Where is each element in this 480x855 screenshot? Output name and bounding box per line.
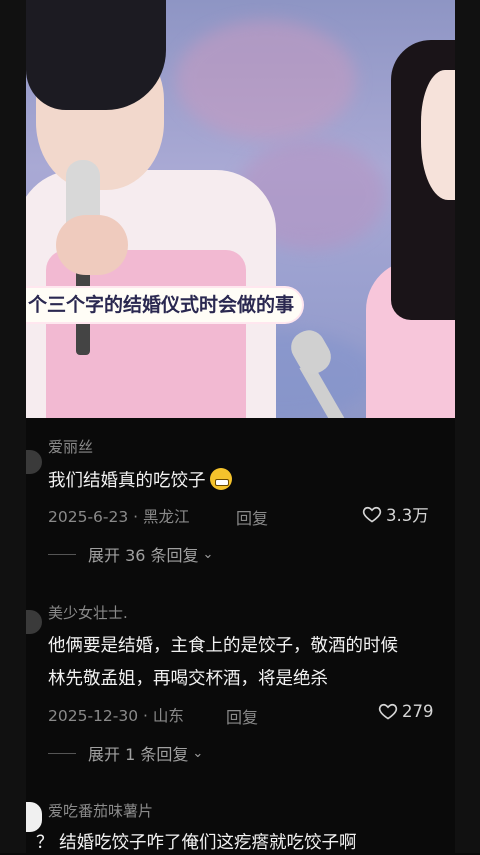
comment-location: 山东 [152, 707, 184, 725]
left-letterbox [0, 0, 26, 853]
avatar[interactable] [26, 802, 42, 832]
comment-username[interactable]: 美少女壮士. [48, 602, 128, 623]
comment-meta: 2025-12-30 · 山东 [48, 707, 184, 725]
divider [48, 752, 76, 754]
comment-meta: 2025-6-23 · 黑龙江 [48, 508, 190, 526]
comment-location: 黑龙江 [143, 508, 190, 526]
man-hair [26, 0, 166, 110]
right-letterbox [455, 0, 480, 853]
like-count: 3.3万 [386, 506, 429, 525]
expand-replies-button[interactable]: 展开 36 条回复 ⌄ [48, 542, 213, 566]
chevron-down-icon: ⌄ [192, 745, 204, 761]
comment-text-line: 他俩要是结婚，主食上的是饺子，敬酒的时候 [48, 636, 398, 656]
comment-text: 他俩要是结婚，主食上的是饺子，敬酒的时候 林先敬孟姐，再喝交杯酒，将是绝杀 [48, 634, 398, 691]
reply-button[interactable]: 回复 [226, 704, 258, 728]
background-blob [176, 20, 356, 140]
comment-text-line: ？ 结婚吃饺子咋了俺们这疙瘩就吃饺子啊 [36, 833, 357, 853]
hand [56, 215, 128, 275]
chevron-down-icon: ⌄ [202, 546, 214, 562]
comment-item: 美少女壮士. 他俩要是结婚，主食上的是饺子，敬酒的时候 林先敬孟姐，再喝交杯酒，… [26, 598, 455, 768]
comment-username[interactable]: 爱吃番茄味薯片 [48, 800, 153, 821]
comment-date: 2025-12-30 [48, 707, 139, 725]
reply-button[interactable]: 回复 [236, 505, 268, 529]
comment-item: 爱吃番茄味薯片 ？ 结婚吃饺子咋了俺们这疙瘩就吃饺子啊 [26, 796, 455, 853]
heart-icon [378, 703, 398, 720]
heart-icon [362, 506, 382, 523]
comment-date: 2025-6-23 [48, 508, 129, 526]
like-button[interactable]: 3.3万 [362, 502, 429, 526]
like-count: 279 [402, 701, 434, 721]
comment-text-line: 我们结婚真的吃饺子 [48, 471, 206, 491]
expand-replies-label: 展开 1 条回复 [88, 745, 189, 764]
video-player[interactable]: 个三个字的结婚仪式时会做的事 [26, 0, 455, 418]
divider [48, 553, 76, 555]
comment-text-line: 林先敬孟姐，再喝交杯酒，将是绝杀 [48, 669, 328, 689]
comment-text: 我们结婚真的吃饺子 [48, 468, 232, 493]
video-caption: 个三个字的结婚仪式时会做的事 [26, 288, 303, 322]
grin-emoji-icon [209, 468, 232, 490]
avatar[interactable] [26, 450, 42, 474]
comment-username[interactable]: 爱丽丝 [48, 436, 93, 457]
expand-replies-button[interactable]: 展开 1 条回复 ⌄ [48, 741, 203, 765]
comment-item: 爱丽丝 我们结婚真的吃饺子 2025-6-23 · 黑龙江 回复 3.3万 展开… [26, 432, 455, 572]
expand-replies-label: 展开 36 条回复 [88, 546, 199, 565]
like-button[interactable]: 279 [378, 701, 434, 721]
avatar[interactable] [26, 610, 42, 634]
